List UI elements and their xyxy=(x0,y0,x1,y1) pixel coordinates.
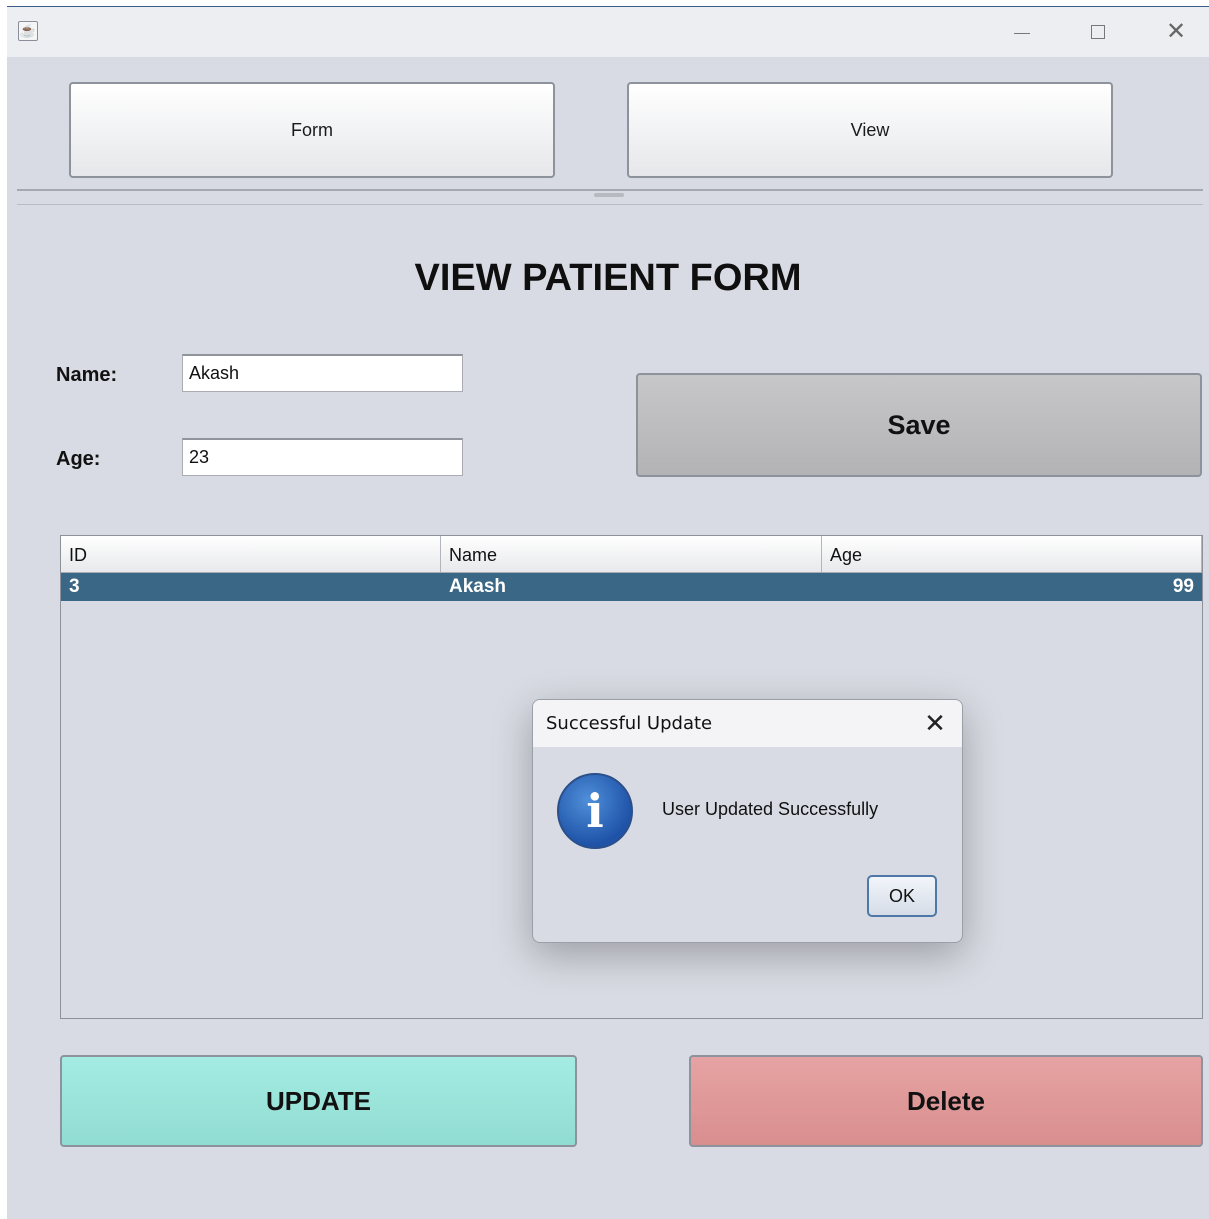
delete-button[interactable]: Delete xyxy=(689,1055,1203,1147)
dialog-close-icon[interactable]: ✕ xyxy=(918,706,952,740)
view-nav-button[interactable]: View xyxy=(627,82,1113,178)
dialog-titlebar: Successful Update ✕ xyxy=(533,700,962,747)
dialog-message: User Updated Successfully xyxy=(662,799,879,819)
split-pane-divider[interactable] xyxy=(17,189,1203,205)
java-app-icon[interactable]: ☕ xyxy=(18,21,38,41)
save-button[interactable]: Save xyxy=(636,373,1202,477)
divider-grip-icon[interactable] xyxy=(594,193,624,197)
column-header-name[interactable]: Name xyxy=(441,536,822,572)
maximize-icon[interactable] xyxy=(1078,17,1118,47)
cell-age: 99 xyxy=(1172,576,1194,597)
column-header-age[interactable]: Age xyxy=(822,536,1202,572)
cell-id: 3 xyxy=(69,576,80,597)
ok-button[interactable]: OK xyxy=(867,875,937,917)
form-nav-button[interactable]: Form xyxy=(69,82,555,178)
cell-name: Akash xyxy=(449,576,507,597)
dialog-title: Successful Update xyxy=(546,713,713,734)
success-dialog: Successful Update ✕ i User Updated Succe… xyxy=(532,699,963,943)
update-button[interactable]: UPDATE xyxy=(60,1055,577,1147)
app-window: ☕ ✕ Form View VIEW PATIENT FORM Name: Ag… xyxy=(7,6,1209,1219)
column-header-id[interactable]: ID xyxy=(61,536,441,572)
age-input[interactable] xyxy=(182,438,463,476)
info-icon: i xyxy=(557,773,633,849)
name-label: Name: xyxy=(56,364,118,386)
table-header: ID Name Age xyxy=(61,536,1202,573)
window-titlebar: ☕ ✕ xyxy=(7,7,1209,57)
page-title: VIEW PATIENT FORM xyxy=(414,257,802,299)
minimize-icon[interactable] xyxy=(1002,17,1042,47)
close-icon[interactable]: ✕ xyxy=(1156,17,1196,47)
name-input[interactable] xyxy=(182,354,463,392)
table-row-selected[interactable]: 3 Akash 99 xyxy=(61,573,1202,601)
age-label: Age: xyxy=(56,448,101,470)
